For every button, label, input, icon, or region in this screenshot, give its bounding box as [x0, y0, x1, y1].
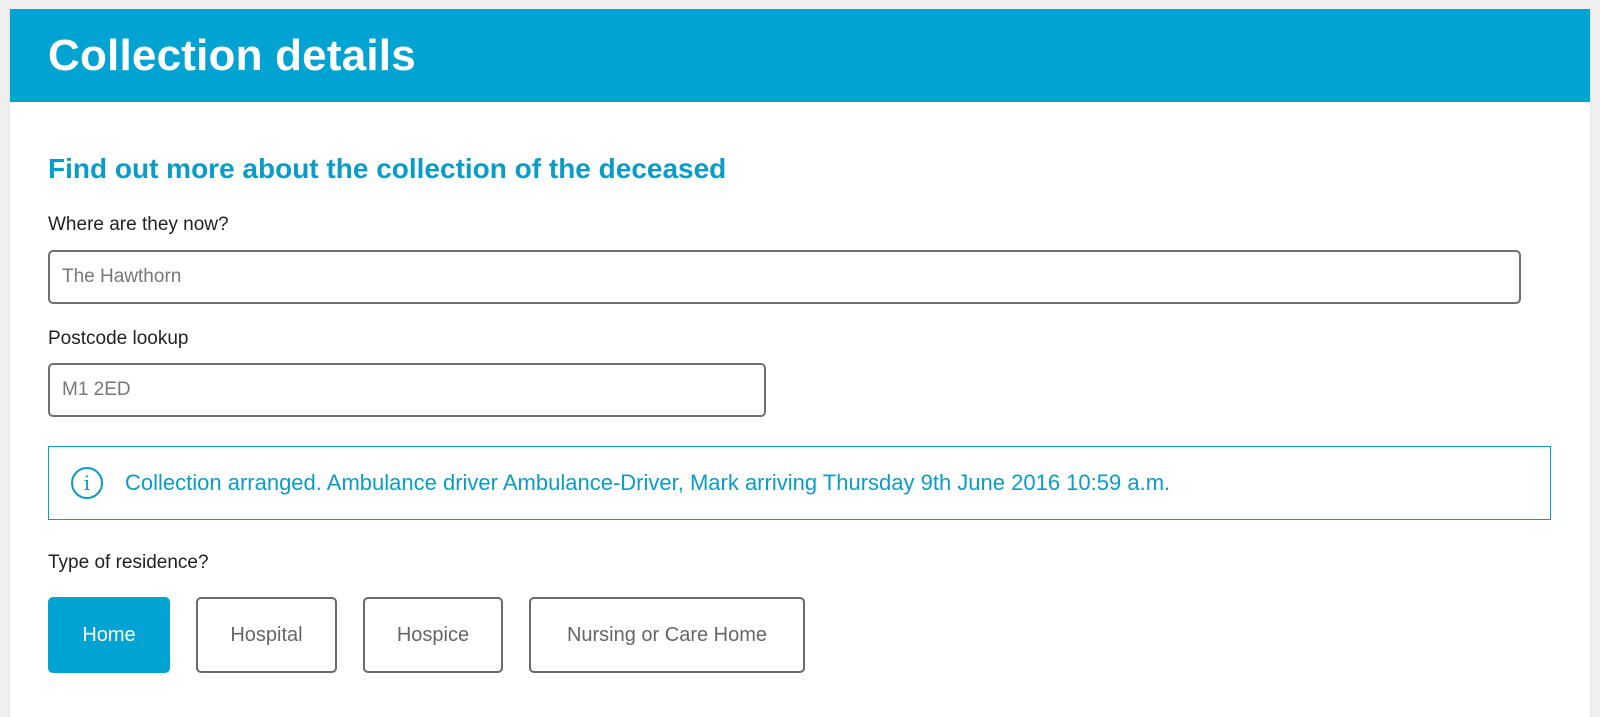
residence-options: Home Hospital Hospice Nursing or Care Ho… [48, 597, 831, 673]
residence-label: Type of residence? [48, 552, 209, 573]
residence-option-nursing-care-home[interactable]: Nursing or Care Home [529, 597, 805, 673]
info-icon: i [71, 467, 103, 499]
location-input[interactable] [62, 266, 1519, 288]
postcode-label: Postcode lookup [48, 328, 189, 349]
location-label: Where are they now? [48, 214, 229, 235]
residence-option-hospice[interactable]: Hospice [363, 597, 503, 673]
page-header: Collection details [10, 9, 1590, 102]
collection-info-message: Collection arranged. Ambulance driver Am… [125, 470, 1171, 495]
section-subtitle: Find out more about the collection of th… [48, 153, 727, 184]
page-frame: Collection details Find out more about t… [9, 9, 1591, 717]
residence-option-home[interactable]: Home [48, 597, 170, 673]
collection-info-banner: i Collection arranged. Ambulance driver … [48, 446, 1551, 520]
page-title: Collection details [48, 30, 416, 80]
location-field[interactable] [48, 250, 1521, 304]
postcode-input[interactable] [62, 379, 764, 401]
residence-option-hospital[interactable]: Hospital [196, 597, 337, 673]
postcode-field[interactable] [48, 363, 766, 417]
